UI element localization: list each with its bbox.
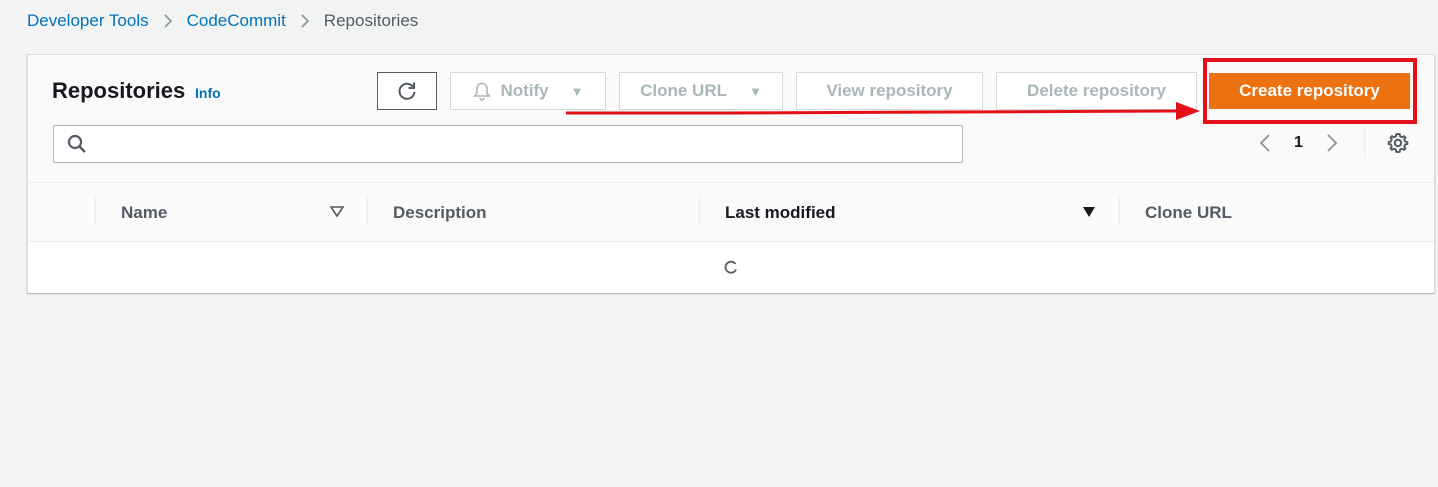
breadcrumb-developer-tools[interactable]: Developer Tools [27,11,149,31]
table-body [28,242,1434,293]
column-divider [95,197,96,225]
view-repository-button[interactable]: View repository [796,72,983,110]
chevron-right-icon [300,13,310,29]
page-title: Repositories [52,78,186,103]
bell-icon [472,81,492,101]
divider [1364,127,1365,159]
clone-url-button[interactable]: Clone URL ▼ [619,72,783,110]
breadcrumb: Developer Tools CodeCommit Repositories [27,11,418,31]
chevron-right-icon [163,13,173,29]
gear-icon[interactable] [1386,131,1410,155]
refresh-icon [396,80,418,102]
clone-url-label: Clone URL [640,81,727,100]
column-header-description: Description [393,183,487,242]
search-input[interactable] [95,126,962,162]
page-number[interactable]: 1 [1294,134,1303,152]
chevron-left-icon[interactable] [1254,129,1276,157]
annotation-highlight-box [1203,58,1417,124]
caret-down-icon: ▼ [749,83,762,99]
sort-descending-icon[interactable] [1082,206,1096,218]
sort-icon[interactable] [330,206,344,218]
column-label-name: Name [121,202,168,222]
column-label-description: Description [393,202,487,222]
loading-spinner-icon [724,260,738,274]
info-link[interactable]: Info [195,85,221,101]
column-divider [699,197,700,225]
column-header-clone-url: Clone URL [1145,183,1232,242]
refresh-button[interactable] [377,72,437,110]
repositories-panel: Repositories Info Notify ▼ Clone URL ▼ V… [27,54,1435,293]
pagination: 1 [1254,129,1343,157]
breadcrumb-codecommit[interactable]: CodeCommit [187,11,286,31]
column-divider [1119,197,1120,225]
chevron-right-icon[interactable] [1321,129,1343,157]
panel-header: Repositories Info Notify ▼ Clone URL ▼ V… [28,55,1434,183]
notify-button[interactable]: Notify ▼ [450,72,606,110]
delete-repository-button[interactable]: Delete repository [996,72,1197,110]
column-label-last-modified: Last modified [725,202,836,222]
notify-label: Notify [500,81,549,100]
table-header: Name Description Last modified Clone URL [28,183,1434,242]
column-label-clone-url: Clone URL [1145,202,1232,222]
column-header-name[interactable]: Name [121,183,167,242]
search-icon [67,134,87,154]
caret-down-icon: ▼ [570,83,584,99]
search-bar [53,125,963,163]
breadcrumb-repositories: Repositories [323,11,419,30]
column-header-last-modified[interactable]: Last modified [725,183,836,242]
column-divider [367,197,368,225]
